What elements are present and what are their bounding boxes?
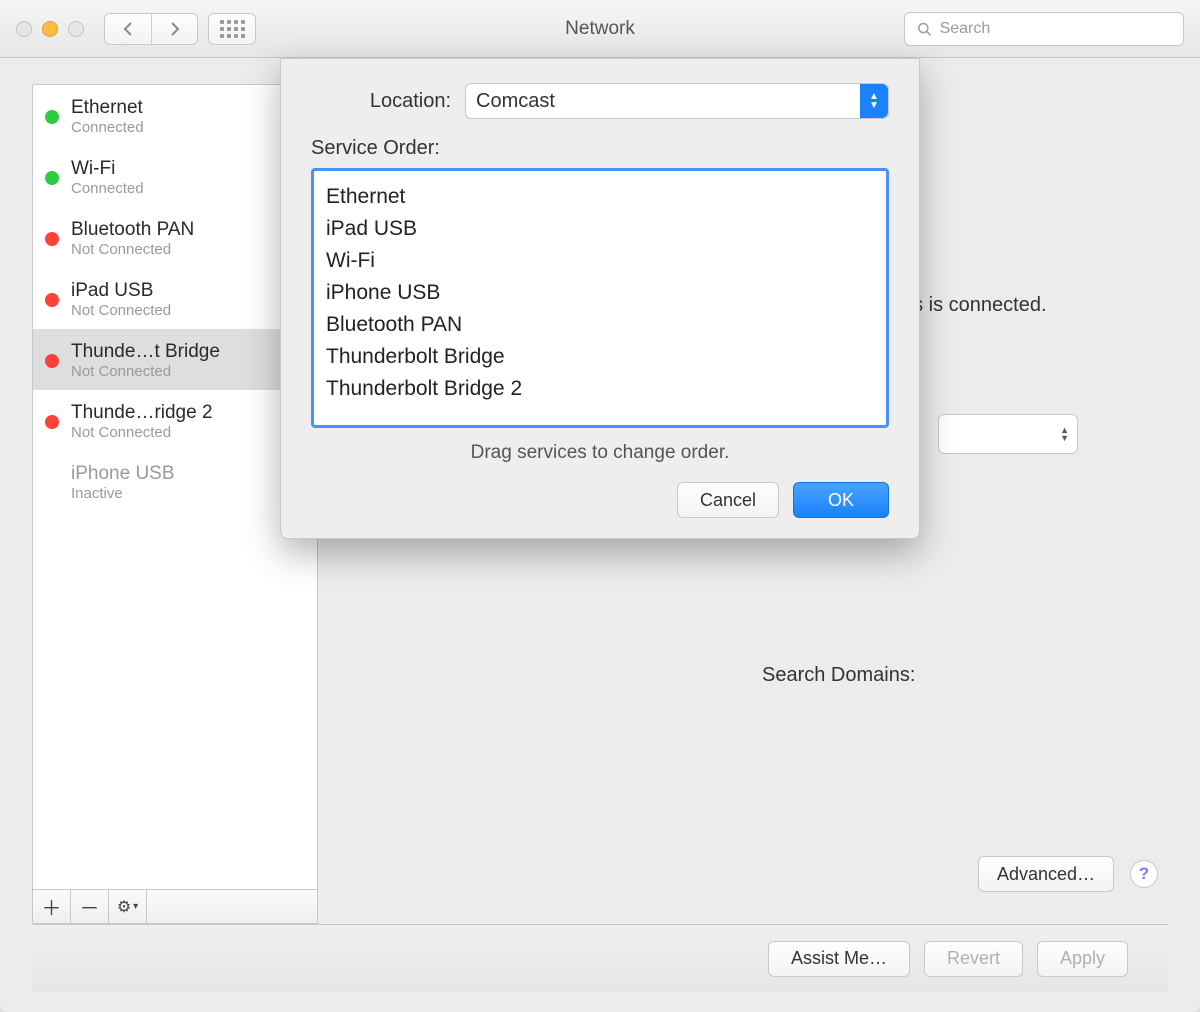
window-controls — [16, 21, 84, 37]
sidebar-footer: ＋ － ⚙ ▾ — [33, 889, 317, 923]
back-button[interactable] — [105, 14, 151, 44]
chevron-left-icon — [122, 21, 134, 37]
service-status: Connected — [71, 119, 267, 136]
location-label: Location: — [311, 90, 451, 113]
close-window-button[interactable] — [16, 21, 32, 37]
show-all-button[interactable] — [208, 13, 256, 45]
add-service-button[interactable]: ＋ — [33, 890, 71, 923]
chevron-down-icon: ▾ — [133, 901, 138, 912]
sidebar-item-bluetooth-pan[interactable]: Bluetooth PANNot Connectedᚼ — [33, 207, 317, 268]
location-value: Comcast — [476, 90, 555, 113]
advanced-button[interactable]: Advanced… — [978, 856, 1114, 892]
sheet-buttons: Cancel OK — [311, 482, 889, 518]
chevron-right-icon — [169, 21, 181, 37]
service-order-item[interactable]: iPad USB — [326, 213, 874, 245]
service-name: iPhone USB — [71, 463, 267, 485]
service-status: Not Connected — [71, 363, 267, 380]
grid-icon — [220, 20, 245, 38]
zoom-window-button[interactable] — [68, 21, 84, 37]
location-popup[interactable]: Comcast ▲▼ — [465, 83, 889, 119]
service-name: Bluetooth PAN — [71, 219, 267, 241]
apply-button[interactable]: Apply — [1037, 941, 1128, 977]
stepper-arrows-icon: ▲▼ — [1060, 426, 1069, 442]
revert-button[interactable]: Revert — [924, 941, 1023, 977]
sidebar-item-thunde-ridge-2[interactable]: Thunde…ridge 2Not Connected‹› — [33, 390, 317, 451]
forward-button[interactable] — [151, 14, 197, 44]
service-name: Thunde…ridge 2 — [71, 402, 267, 424]
drag-hint: Drag services to change order. — [311, 442, 889, 464]
sidebar-item-ethernet[interactable]: EthernetConnected‹› — [33, 85, 317, 146]
status-dot-icon — [45, 415, 59, 429]
sidebar-item-ipad-usb[interactable]: iPad USBNot Connected▯ — [33, 268, 317, 329]
network-preferences-window: Network EthernetConnected‹›Wi-FiConnecte… — [0, 0, 1200, 1012]
service-status: Connected — [71, 180, 267, 197]
service-status: Not Connected — [71, 302, 267, 319]
service-status: Inactive — [71, 485, 267, 502]
cancel-button[interactable]: Cancel — [677, 482, 779, 518]
service-status: Not Connected — [71, 241, 267, 258]
nav-back-forward — [104, 13, 198, 45]
service-name: Wi-Fi — [71, 158, 267, 180]
gear-icon: ⚙ — [117, 897, 131, 917]
service-order-item[interactable]: Thunderbolt Bridge 2 — [326, 373, 874, 405]
service-name: iPad USB — [71, 280, 267, 302]
sidebar-item-iphone-usb[interactable]: iPhone USBInactive▯ — [33, 451, 317, 512]
service-order-item[interactable]: iPhone USB — [326, 277, 874, 309]
bottom-bar: Assist Me… Revert Apply — [32, 924, 1168, 992]
status-dot-icon — [45, 171, 59, 185]
search-icon — [917, 21, 932, 37]
status-dot-icon — [45, 110, 59, 124]
service-name: Thunde…t Bridge — [71, 341, 267, 363]
service-order-item[interactable]: Thunderbolt Bridge — [326, 341, 874, 373]
service-order-item[interactable]: Ethernet — [326, 181, 874, 213]
service-order-list[interactable]: EthernetiPad USBWi-FiiPhone USBBluetooth… — [311, 168, 889, 428]
service-name: Ethernet — [71, 97, 267, 119]
service-order-item[interactable]: Bluetooth PAN — [326, 309, 874, 341]
service-sidebar: EthernetConnected‹›Wi-FiConnected⋮Blueto… — [32, 84, 318, 924]
titlebar: Network — [0, 0, 1200, 58]
status-dot-icon — [45, 476, 59, 490]
popup-arrows-icon: ▲▼ — [860, 84, 888, 118]
configure-popup[interactable]: ▲▼ — [938, 414, 1078, 454]
service-list[interactable]: EthernetConnected‹›Wi-FiConnected⋮Blueto… — [33, 85, 317, 889]
sidebar-item-wi-fi[interactable]: Wi-FiConnected⋮ — [33, 146, 317, 207]
status-dot-icon — [45, 354, 59, 368]
search-domains-label: Search Domains: — [762, 664, 915, 687]
remove-service-button[interactable]: － — [71, 890, 109, 923]
help-button[interactable]: ? — [1130, 860, 1158, 888]
service-order-item[interactable]: Wi-Fi — [326, 245, 874, 277]
assist-me-button[interactable]: Assist Me… — [768, 941, 910, 977]
search-input[interactable] — [940, 20, 1171, 38]
sidebar-item-thunde-t-bridge[interactable]: Thunde…t BridgeNot Connected‹› — [33, 329, 317, 390]
service-status: Not Connected — [71, 424, 267, 441]
minimize-window-button[interactable] — [42, 21, 58, 37]
ok-button[interactable]: OK — [793, 482, 889, 518]
status-dot-icon — [45, 293, 59, 307]
status-dot-icon — [45, 232, 59, 246]
search-field[interactable] — [904, 12, 1184, 46]
service-actions-menu[interactable]: ⚙ ▾ — [109, 890, 147, 923]
service-order-label: Service Order: — [311, 137, 889, 160]
service-order-sheet: Location: Comcast ▲▼ Service Order: Ethe… — [280, 58, 920, 539]
